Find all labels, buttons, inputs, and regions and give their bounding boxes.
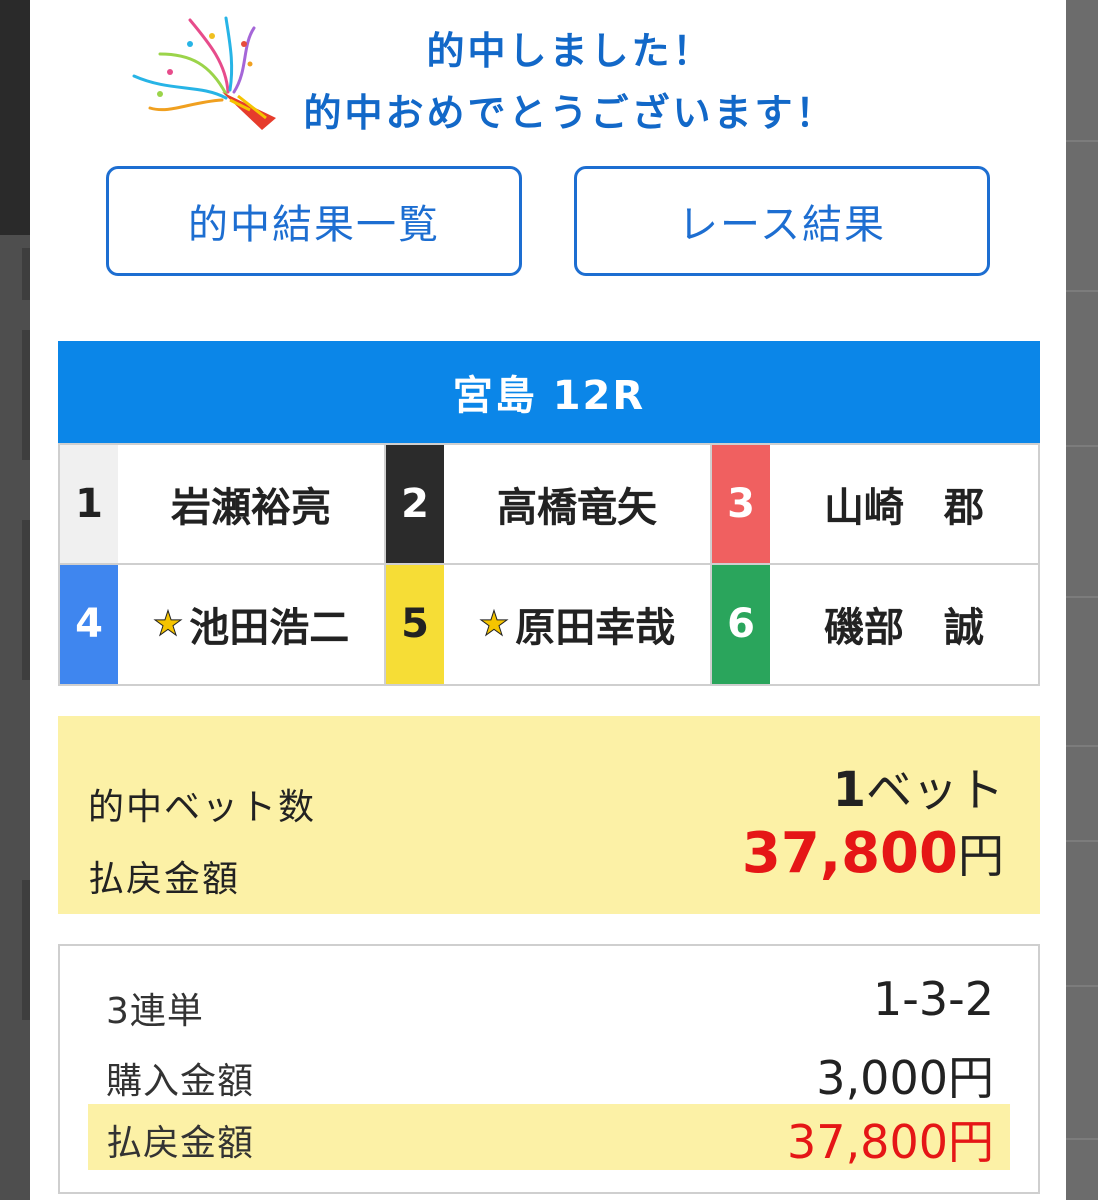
racer-name: ★ 池田浩二 [118, 565, 384, 685]
backdrop-separator [1066, 1138, 1098, 1140]
star-icon: ★ [478, 604, 510, 645]
racer-number: 4 [60, 564, 118, 684]
purchase-row: 購入金額 3,000円 [88, 1042, 1010, 1105]
hit-results-list-button[interactable]: 的中結果一覧 [106, 166, 522, 276]
hit-bets-label: 的中ベット数 [88, 787, 317, 828]
backdrop-line [22, 520, 30, 680]
racer-name: 山崎 郡 [770, 445, 1038, 563]
payout-unit: 円 [958, 829, 1004, 883]
backdrop-line [22, 880, 30, 1020]
backdrop-line [22, 248, 30, 300]
racer-name: 高橋竜矢 [444, 445, 710, 563]
bet-combination: 1-3-2 [873, 972, 994, 1026]
race-title: 宮島 12R [58, 341, 1040, 443]
racer-name: 磯部 誠 [770, 565, 1038, 685]
backdrop-separator [1066, 985, 1098, 987]
backdrop-separator [1066, 596, 1098, 598]
racer-name-text: 池田浩二 [189, 605, 350, 652]
racer-number: 1 [60, 445, 118, 563]
payout-amount: 37,800 [741, 821, 958, 886]
congrats-message: 的中しました！ 的中おめでとうございます！ [260, 20, 880, 144]
racer-name-text: 山崎 郡 [824, 484, 984, 531]
hit-summary-panel: 的中ベット数 1ベット 払戻金額 37,800円 [58, 716, 1040, 914]
racer-name-text: 原田幸哉 [515, 605, 676, 652]
payout-value: 37,800円 [742, 820, 1004, 886]
racer-cell: 1 岩瀬裕亮 [60, 445, 386, 565]
racer-cell: 5 ★ 原田幸哉 [386, 564, 712, 685]
backdrop-separator [1066, 140, 1098, 142]
racer-cell: 3 山崎 郡 [712, 445, 1038, 565]
racer-cell: 4 ★ 池田浩二 [60, 564, 386, 685]
hit-bets-count: 1 [832, 762, 866, 818]
racer-grid: 1 岩瀬裕亮 2 高橋竜矢 3 山崎 郡 4 ★ 池田浩二 5 ★ 原田幸哉 6 磯… [58, 443, 1040, 686]
racer-number: 2 [386, 445, 444, 563]
purchase-amount: 3,000円 [816, 1051, 994, 1105]
backdrop-left [0, 0, 30, 1200]
race-results-button[interactable]: レース結果 [574, 166, 990, 276]
racer-name: ★ 原田幸哉 [444, 565, 710, 685]
backdrop-separator [1066, 840, 1098, 842]
backdrop-separator [1066, 445, 1098, 447]
detail-payout-label: 払戻金額 [106, 1123, 255, 1164]
racer-name: 岩瀬裕亮 [118, 445, 384, 563]
congrats-line-2: 的中おめでとうございます！ [303, 91, 837, 135]
bet-detail-panel: 3連単 1-3-2 購入金額 3,000円 払戻金額 37,800円 [58, 944, 1040, 1194]
backdrop-line [22, 330, 30, 460]
backdrop-separator [1066, 745, 1098, 747]
hit-bets-value: 1ベット [833, 754, 1004, 820]
hit-result-modal: 的中しました！ 的中おめでとうございます！ 的中結果一覧 レース結果 宮島 12… [30, 0, 1066, 1200]
congrats-line-1: 的中しました！ [426, 29, 714, 73]
racer-cell: 2 高橋竜矢 [386, 445, 712, 565]
racer-name-text: 磯部 誠 [824, 605, 984, 652]
racer-cell: 6 磯部 誠 [712, 564, 1038, 685]
racer-number: 5 [386, 564, 444, 684]
racer-number: 6 [712, 564, 770, 684]
purchase-label: 購入金額 [106, 1061, 255, 1102]
party-popper-icon [132, 16, 276, 130]
backdrop-left-dark [0, 0, 30, 235]
payout-label: 払戻金額 [88, 859, 241, 900]
hit-bets-unit: ベット [866, 763, 1004, 817]
backdrop-separator [1066, 290, 1098, 292]
racer-number: 3 [712, 445, 770, 563]
bet-type-label: 3連単 [106, 991, 204, 1032]
star-icon: ★ [152, 604, 184, 645]
racer-name-text: 高橋竜矢 [497, 484, 657, 531]
detail-payout-row: 払戻金額 37,800円 [88, 1104, 1010, 1170]
backdrop-right [1066, 0, 1098, 1200]
detail-payout-amount: 37,800円 [787, 1115, 994, 1169]
bet-type-row: 3連単 1-3-2 [88, 972, 1010, 1032]
racer-name-text: 岩瀬裕亮 [171, 484, 331, 531]
